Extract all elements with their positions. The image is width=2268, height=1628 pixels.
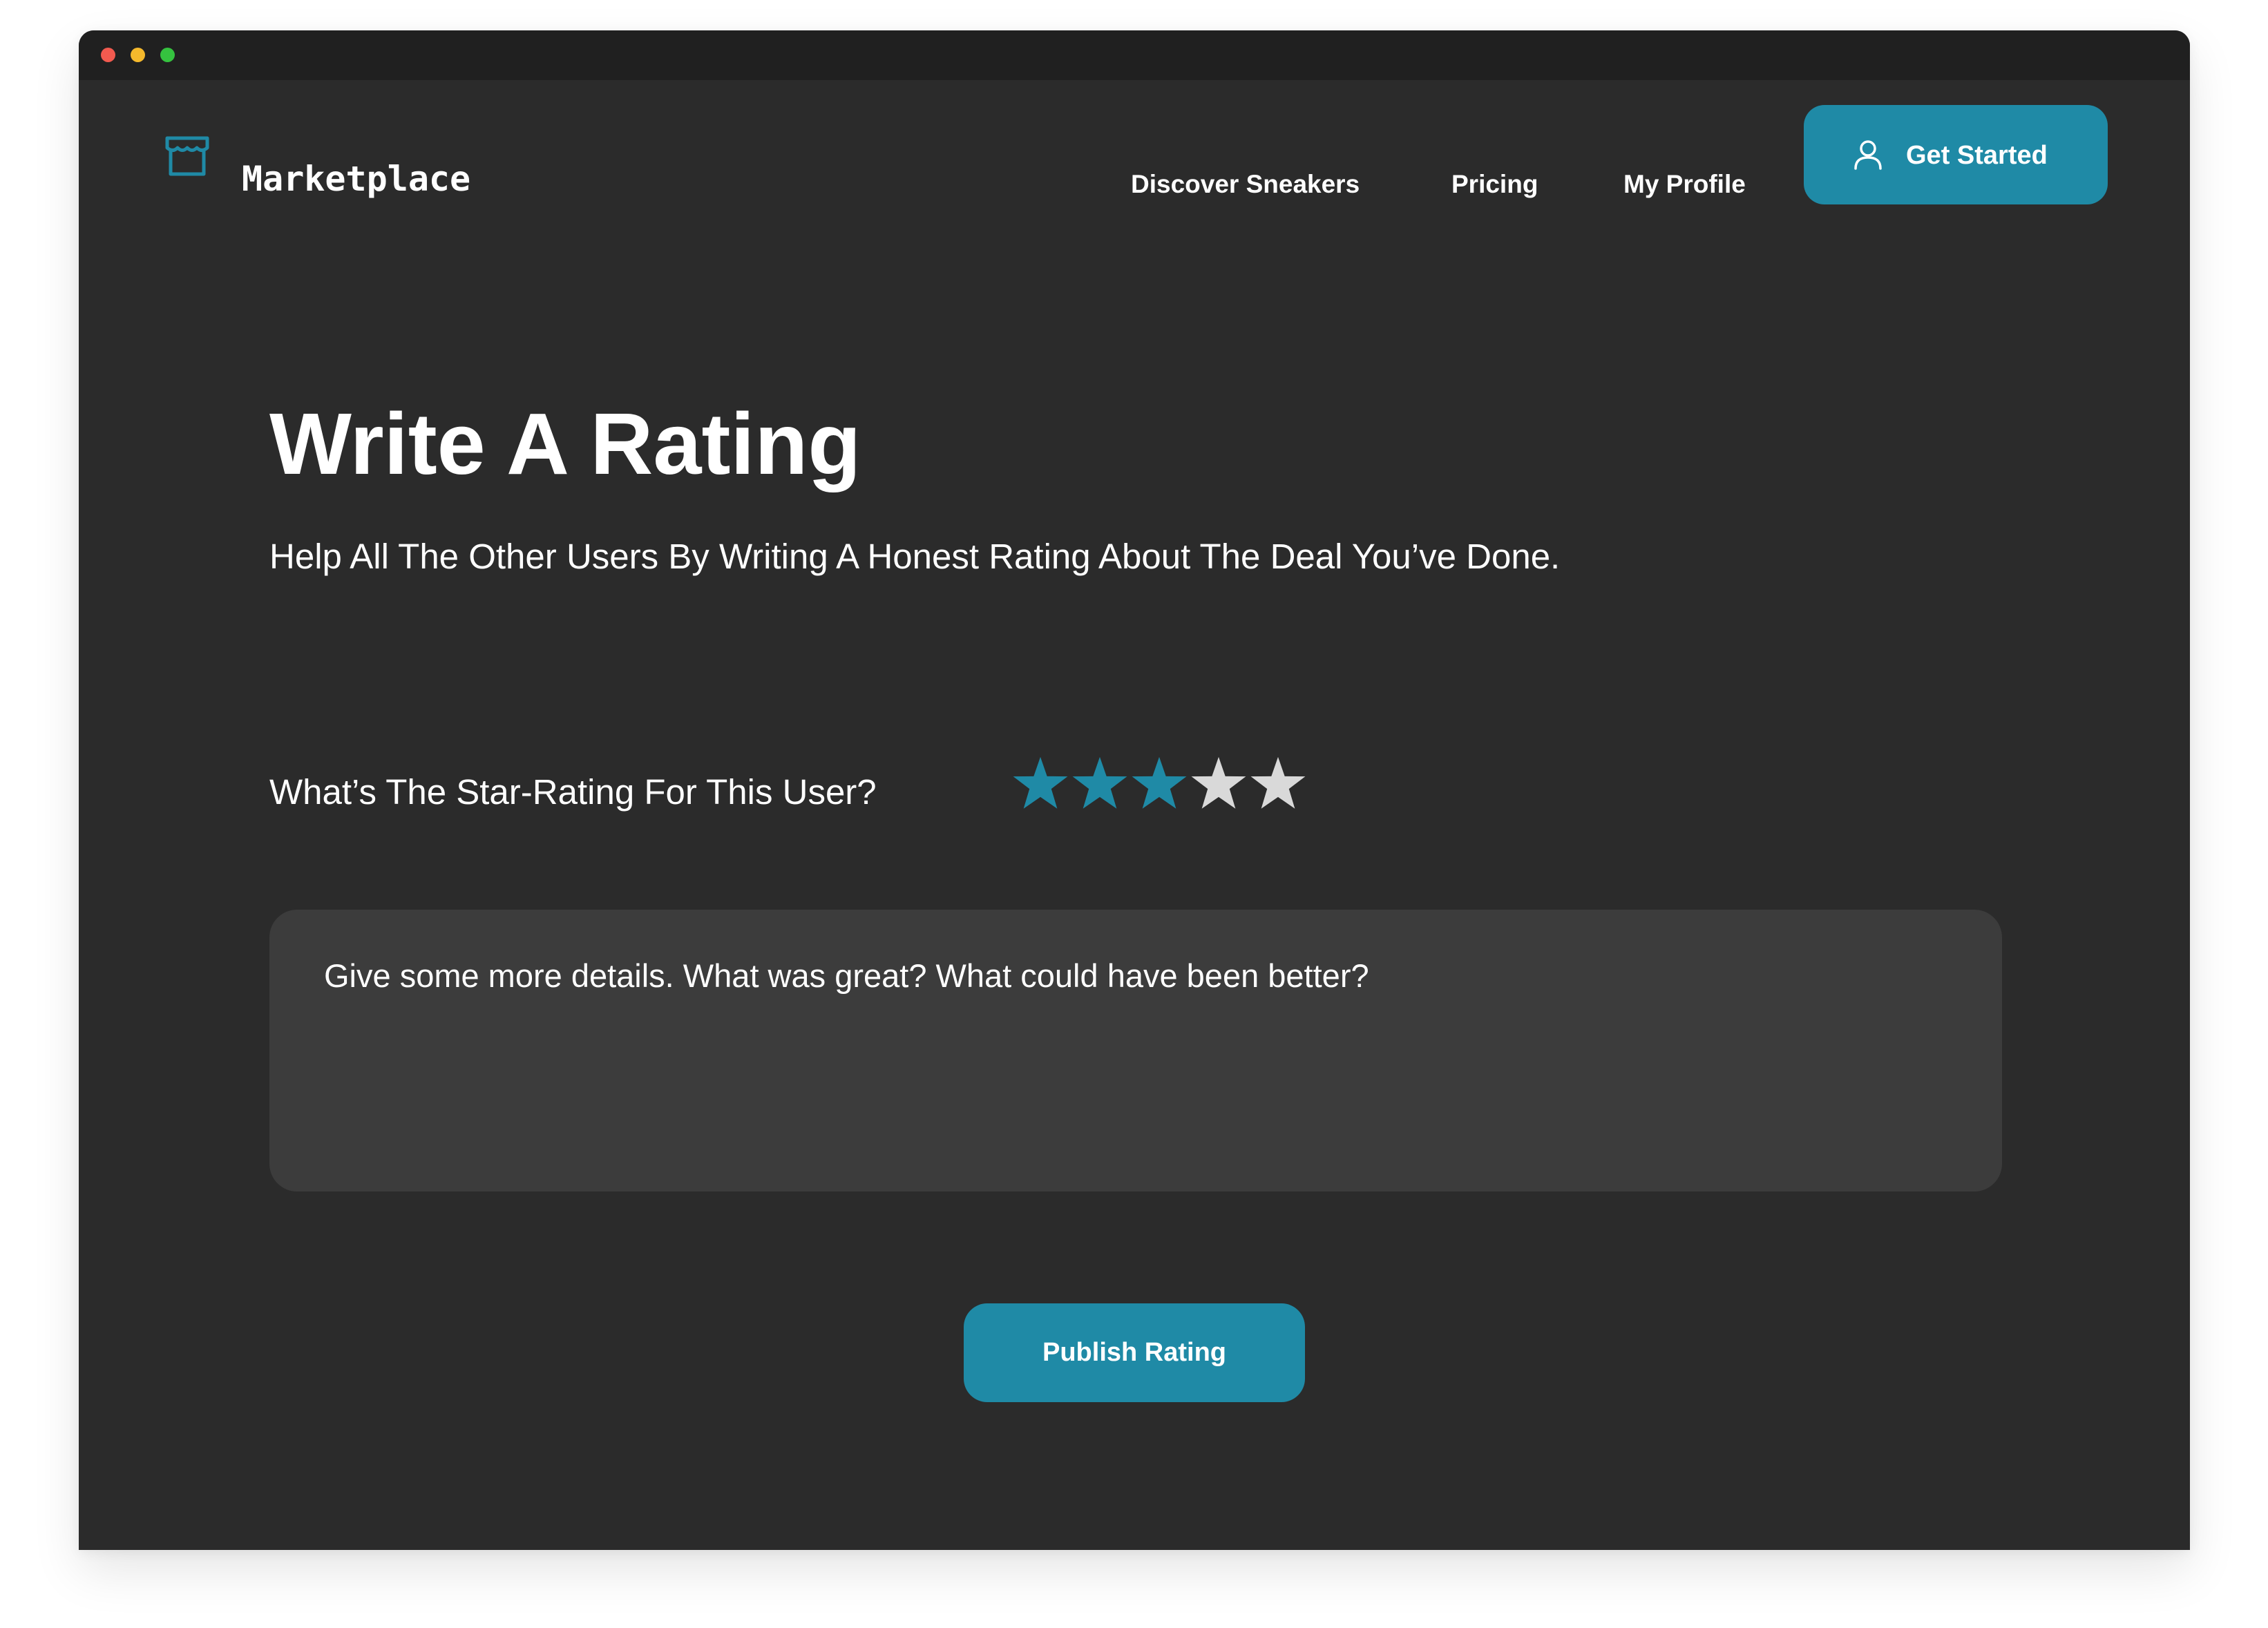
star-rating-input[interactable] [1011, 755, 1308, 814]
nav-pricing[interactable]: Pricing [1451, 171, 1538, 197]
star-filled-icon[interactable] [1011, 755, 1070, 814]
get-started-button[interactable]: Get Started [1804, 105, 2108, 204]
get-started-label: Get Started [1906, 141, 2048, 170]
app-window: Marketplace Discover Sneakers Pricing My… [79, 30, 2190, 1550]
publish-rating-label: Publish Rating [1042, 1338, 1226, 1367]
rating-details-placeholder: Give some more details. What was great? … [324, 957, 1369, 994]
star-filled-icon[interactable] [1130, 755, 1189, 814]
star-empty-icon[interactable] [1189, 755, 1248, 814]
rating-details-textarea[interactable]: Give some more details. What was great? … [269, 910, 2002, 1191]
maximize-window-dot[interactable] [160, 48, 175, 62]
star-rating-question: What’s The Star-Rating For This User? [269, 772, 877, 812]
storefront-icon [165, 136, 209, 176]
nav-my-profile[interactable]: My Profile [1623, 171, 1746, 197]
minimize-window-dot[interactable] [131, 48, 145, 62]
page-subtitle: Help All The Other Users By Writing A Ho… [269, 537, 1561, 576]
page-title: Write A Rating [269, 395, 861, 492]
nav-discover-sneakers[interactable]: Discover Sneakers [1131, 171, 1360, 197]
close-window-dot[interactable] [101, 48, 115, 62]
window-titlebar [79, 30, 2190, 80]
publish-rating-button[interactable]: Publish Rating [964, 1303, 1305, 1402]
star-filled-icon[interactable] [1070, 755, 1130, 814]
star-empty-icon[interactable] [1248, 755, 1308, 814]
brand-name[interactable]: Marketplace [242, 162, 470, 196]
user-icon [1854, 140, 1882, 170]
